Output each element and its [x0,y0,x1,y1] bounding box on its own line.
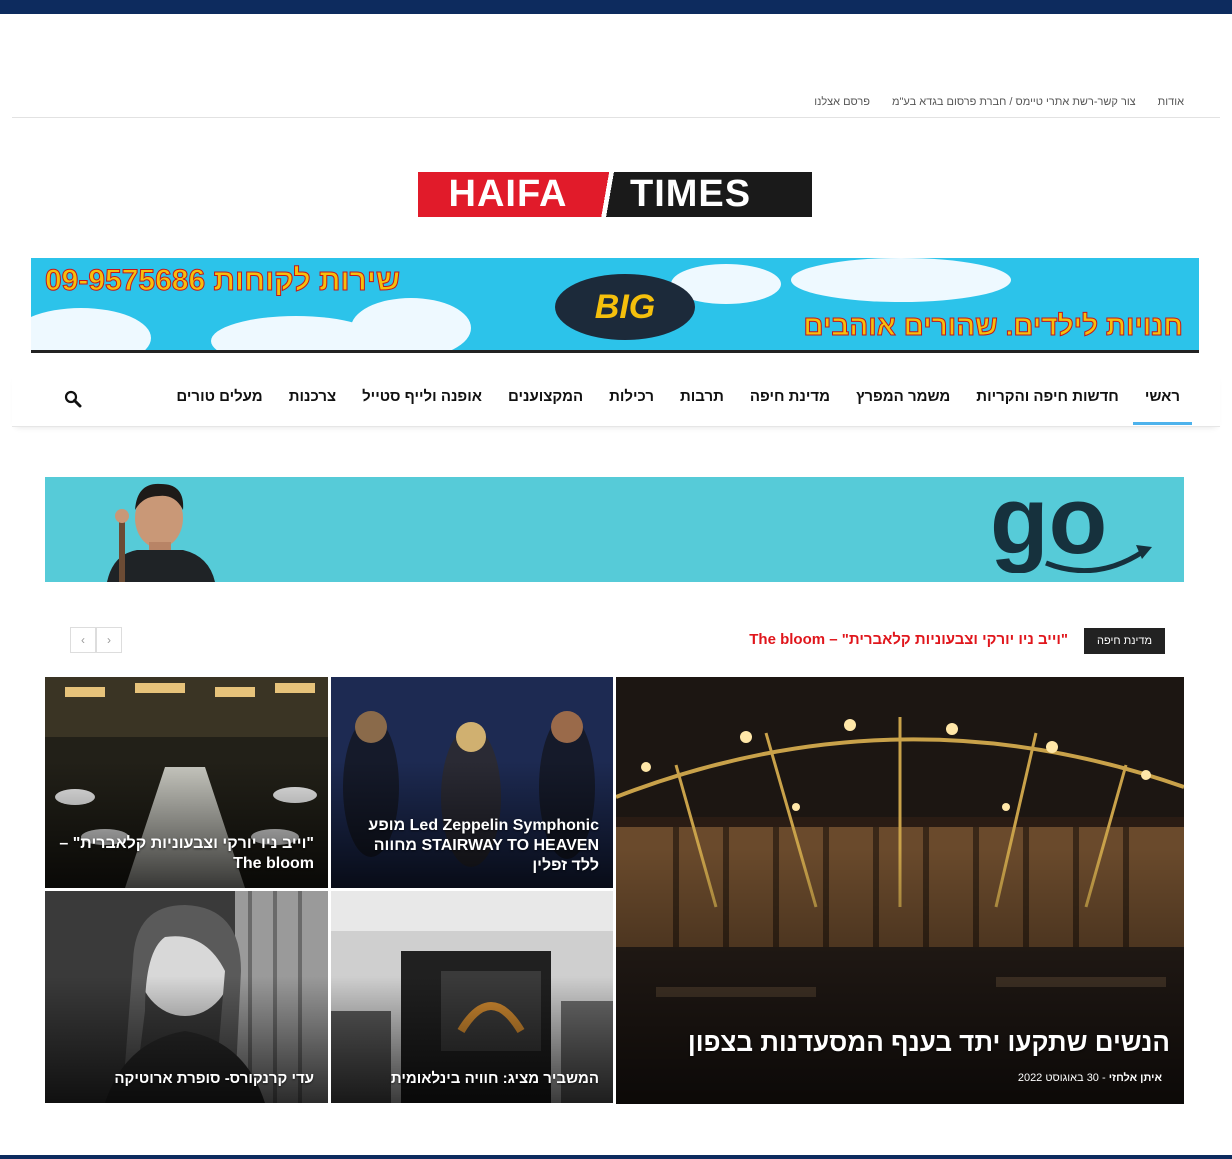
ad-banner-go[interactable]: go [45,477,1184,582]
article-tile-hamashbir[interactable]: המשביר מציג: חוויה בינלאומית [331,891,613,1103]
main-article-title[interactable]: הנשים שתקעו יתד בענף המסעדנות בצפון [630,1026,1170,1059]
ticker-headline[interactable]: "וייב ניו יורקי וצבעוניות קלאברית" – The… [749,631,1068,648]
featured-article-main[interactable]: הנשים שתקעו יתד בענף המסעדנות בצפון איתן… [616,677,1184,1104]
ad-banner-bigtoys[interactable]: 09-9575686 שירות לקוחות BIG חנויות לילדי… [31,258,1199,353]
chevron-right-icon[interactable]: › [96,627,122,653]
top-link-advertise[interactable]: פרסם אצלנו [814,96,870,108]
top-accent-bar [0,0,1232,14]
nav-item-columns[interactable]: מעלים טורים [176,388,262,425]
meta-separator: - [1102,1072,1106,1084]
ticker-navigation: ‹ › [70,627,122,653]
article-title-hamashbir[interactable]: המשביר מציג: חוויה בינלאומית [345,1070,599,1089]
article-date: 30 באוגוסט 2022 [1017,1072,1099,1084]
top-link-contact[interactable]: צור קשר-רשת אתרי טיימס / חברת פרסום בגדא… [892,96,1136,108]
nav-item-consumer[interactable]: צרכנות [289,388,336,425]
logo-times: TIMES [622,172,812,217]
nav-item-professionals[interactable]: המקצוענים [508,388,583,425]
person-image [107,483,215,582]
top-divider [12,117,1220,118]
nav-item-home[interactable]: ראשי [1132,388,1193,425]
search-icon[interactable] [64,390,82,408]
logo-separator [598,172,622,217]
bigtoys-logo: BIG [555,274,695,340]
nav-item-gossip[interactable]: רכילות [609,388,654,425]
cloud [31,308,151,350]
cloud [351,298,471,350]
article-tile-bloom[interactable]: "וייב ניו יורקי וצבעוניות קלאברית" – The… [45,677,328,888]
chevron-left-icon[interactable]: ‹ [70,627,96,653]
main-navigation: ראשי חדשות חיפה והקריות משמר המפרץ מדינת… [12,372,1220,427]
article-title-zeppelin[interactable]: Led Zeppelin Symphonic מופע STAIRWAY TO … [345,816,599,876]
cloud [791,258,1011,302]
logo-haifa: HAIFA [418,172,598,217]
article-author[interactable]: איתן אלחזי [1109,1072,1162,1084]
nav-item-mishmar-hamifratz[interactable]: משמר המפרץ [856,388,950,425]
article-title-adi[interactable]: עדי קרנקורס- סופרת ארוטיקה [59,1070,314,1089]
main-article-meta: איתן אלחזי - 30 באוגוסט 2022 [1018,1072,1162,1084]
nav-item-culture[interactable]: תרבות [680,388,724,425]
ticker-category-badge[interactable]: מדינת חיפה [1084,628,1165,654]
article-tile-zeppelin[interactable]: Led Zeppelin Symphonic מופע STAIRWAY TO … [331,677,613,888]
article-tile-adi[interactable]: עדי קרנקורס- סופרת ארוטיקה [45,891,328,1103]
nav-item-haifa-news[interactable]: חדשות חיפה והקריות [976,388,1119,425]
bottom-accent-bar [0,1155,1232,1159]
nav-item-fashion[interactable]: אופנה ולייף סטייל [362,388,482,425]
top-links: אודות צור קשר-רשת אתרי טיימס / חברת פרסו… [814,96,1184,108]
svg-text:go: go [990,487,1107,573]
nav-item-medinat-haifa[interactable]: מדינת חיפה [750,388,830,425]
tile-overlay [616,847,1184,1104]
top-link-about[interactable]: אודות [1158,96,1184,108]
go-logo: go [990,487,1152,573]
ad-phone-text: 09-9575686 שירות לקוחות [44,264,401,298]
article-title-bloom[interactable]: "וייב ניו יורקי וצבעוניות קלאברית" – The… [59,834,314,874]
site-logo[interactable]: HAIFA TIMES [418,172,812,217]
ad-slogan: חנויות לילדים. שהורים אוהבים [803,310,1184,342]
